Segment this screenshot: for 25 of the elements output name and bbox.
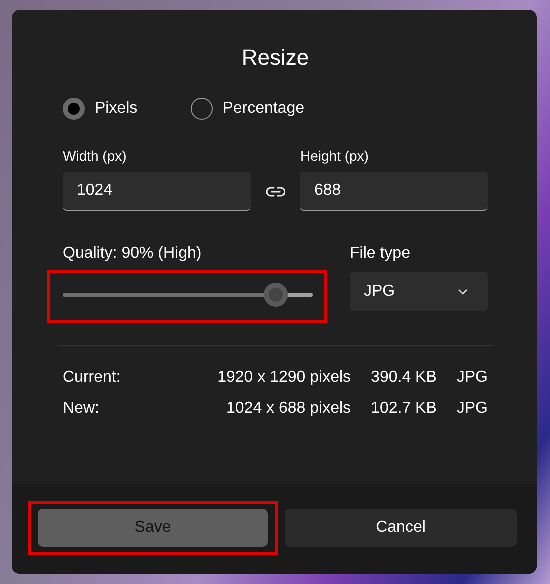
quality-slider[interactable]: [63, 283, 313, 307]
width-field[interactable]: 1024: [63, 172, 251, 211]
link-icon[interactable]: [266, 186, 286, 198]
height-label: Height (px): [300, 148, 370, 164]
cancel-button[interactable]: Cancel: [285, 509, 517, 547]
info-type: JPG: [456, 400, 488, 418]
height-field[interactable]: 688: [300, 172, 488, 211]
file-type-dropdown[interactable]: JPG: [350, 272, 488, 311]
info-label: New:: [63, 400, 100, 418]
radio-button[interactable]: [63, 98, 85, 120]
dialog-title: Resize: [240, 45, 310, 72]
radio-label: Pixels: [95, 100, 138, 118]
radio-button[interactable]: [190, 98, 213, 120]
chevron-down-icon: [458, 288, 468, 294]
quality-label: Quality: 90% (High): [63, 245, 203, 264]
info-dimensions: 1920 x 1290 pixels: [218, 369, 352, 387]
info-size: 390.4 KB: [371, 369, 437, 387]
info-dimensions: 1024 x 688 pixels: [226, 400, 352, 418]
info-type: JPG: [456, 369, 488, 387]
file-type-label: File type: [350, 245, 412, 264]
width-label: Width (px): [63, 148, 128, 164]
info-label: Current:: [63, 369, 122, 387]
info-size: 102.7 KB: [371, 400, 437, 418]
radio-label: Percentage: [222, 100, 305, 118]
slider-thumb[interactable]: [264, 283, 288, 307]
